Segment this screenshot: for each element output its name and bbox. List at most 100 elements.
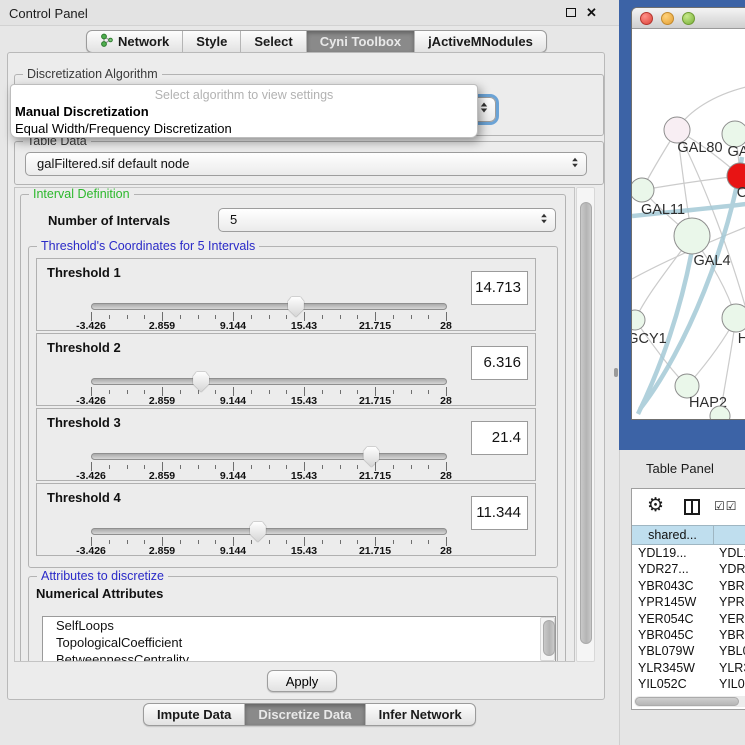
network-canvas[interactable]: GAL80GACGAL11GAL4GCY1HHAP2: [632, 29, 745, 420]
slider-tick-labels: -3.4262.8599.14415.4321.71528: [91, 545, 447, 556]
column-header-name[interactable]: na: [714, 525, 745, 545]
tab-select[interactable]: Select: [240, 31, 305, 52]
tab-label: Select: [254, 34, 292, 49]
tab-label: Style: [196, 34, 227, 49]
popup-option-manual-discretization[interactable]: Manual Discretization: [15, 104, 149, 119]
apply-button[interactable]: Apply: [267, 670, 337, 692]
cell-shared-name[interactable]: YPR145W: [632, 594, 714, 610]
table-panel: Table Panel ⚙ ☑☑ shared... na YDL19... Y…: [619, 450, 745, 745]
tick-label: 15.43: [291, 320, 317, 332]
tick-label: 9.144: [220, 545, 246, 557]
tab-impute-data[interactable]: Impute Data: [144, 704, 244, 725]
network-node-label: GAL80: [677, 140, 722, 156]
float-window-icon[interactable]: [566, 8, 576, 17]
tick-label: -3.426: [76, 470, 106, 482]
number-of-intervals-label: Number of Intervals: [48, 213, 170, 228]
table-row[interactable]: YLR345W YLR3: [632, 660, 745, 676]
checkbox-columns-icon[interactable]: ☑☑: [714, 499, 738, 513]
table-row[interactable]: YDR27... YDR2: [632, 561, 745, 577]
tab-style[interactable]: Style: [182, 31, 240, 52]
slider-tick-labels: -3.4262.8599.14415.4321.71528: [91, 395, 447, 406]
threshold-3-value-field[interactable]: 21.4: [471, 421, 528, 455]
threshold-2-value-field[interactable]: 6.316: [471, 346, 528, 380]
cell-name[interactable]: YBR0: [714, 578, 745, 594]
cell-shared-name[interactable]: YDR27...: [632, 561, 714, 577]
cell-shared-name[interactable]: YBL079W: [632, 643, 714, 659]
attributes-list-scrollbar[interactable]: [540, 617, 555, 661]
minimize-traffic-light[interactable]: [661, 12, 674, 25]
cell-shared-name[interactable]: YDL19...: [632, 545, 714, 561]
list-item[interactable]: TopologicalCoefficient: [43, 634, 555, 651]
tick-label: 2.859: [149, 470, 175, 482]
cell-name[interactable]: YLR3: [714, 660, 745, 676]
tick-label: 2.859: [149, 320, 175, 332]
table-row[interactable]: YBR043C YBR0: [632, 578, 745, 594]
threshold-label: Threshold 1: [47, 265, 121, 280]
tab-label: Network: [118, 34, 169, 49]
settings-scrollbar[interactable]: [576, 187, 595, 662]
threshold-4-value-field[interactable]: 11.344: [471, 496, 528, 530]
threshold-2-slider-track[interactable]: [91, 378, 447, 385]
table-data-value: galFiltered.sif default node: [37, 156, 189, 171]
split-columns-icon[interactable]: [684, 499, 700, 515]
scrollbar-thumb[interactable]: [635, 697, 739, 706]
cell-shared-name[interactable]: YIL052C: [632, 676, 714, 692]
network-node[interactable]: [722, 304, 745, 332]
close-traffic-light[interactable]: [640, 12, 653, 25]
cell-name[interactable]: YIL0: [714, 676, 745, 692]
table-row[interactable]: YDL19... YDL1: [632, 545, 745, 561]
popup-option-equal-width-frequency[interactable]: Equal Width/Frequency Discretization: [15, 121, 232, 136]
close-icon[interactable]: ✕: [586, 5, 597, 21]
cell-name[interactable]: YER0: [714, 611, 745, 627]
scrollbar-thumb[interactable]: [580, 202, 592, 644]
gear-icon[interactable]: ⚙: [647, 494, 664, 516]
cell-shared-name[interactable]: YBR045C: [632, 627, 714, 643]
column-header-shared[interactable]: shared...: [632, 525, 714, 545]
threshold-3-slider-track[interactable]: [91, 453, 447, 460]
tab-network[interactable]: Network: [87, 31, 182, 52]
table-row[interactable]: YER054C YER0: [632, 611, 745, 627]
threshold-4-slider-track[interactable]: [91, 528, 447, 535]
threshold-1-slider-track[interactable]: [91, 303, 447, 310]
table-row[interactable]: YIL052C YIL0: [632, 676, 745, 692]
table-data-combobox[interactable]: galFiltered.sif default node: [25, 152, 587, 176]
cell-shared-name[interactable]: YER054C: [632, 611, 714, 627]
table-horizontal-scrollbar[interactable]: [634, 696, 745, 707]
cell-name[interactable]: YDR2: [714, 561, 745, 577]
list-item[interactable]: BetweennessCentrality: [43, 651, 555, 662]
number-of-intervals-value: 5: [230, 212, 237, 227]
tick-label: 21.715: [359, 395, 391, 407]
table-row[interactable]: YBL079W YBL0: [632, 643, 745, 659]
threshold-label: Threshold 4: [47, 490, 121, 505]
cell-name[interactable]: YBL0: [714, 643, 745, 659]
tab-discretize-data[interactable]: Discretize Data: [244, 704, 364, 725]
network-window-titlebar[interactable]: [632, 8, 745, 29]
network-icon: [100, 33, 113, 50]
network-node[interactable]: [632, 310, 645, 330]
tick-label: 15.43: [291, 545, 317, 557]
cell-name[interactable]: YPR1: [714, 594, 745, 610]
network-node-label: GA: [728, 144, 745, 160]
tab-infer-network[interactable]: Infer Network: [365, 704, 475, 725]
number-of-intervals-combobox[interactable]: 5: [218, 208, 556, 232]
tick-label: 15.43: [291, 470, 317, 482]
splitter-handle[interactable]: [614, 368, 618, 377]
zoom-traffic-light[interactable]: [682, 12, 695, 25]
table-row[interactable]: YPR145W YPR1: [632, 594, 745, 610]
tab-jactivemnodules[interactable]: jActiveMNodules: [414, 31, 546, 52]
threshold-1-value-field[interactable]: 14.713: [471, 271, 528, 305]
tick-label: 21.715: [359, 470, 391, 482]
network-node[interactable]: [632, 178, 654, 202]
scrollbar-thumb[interactable]: [543, 620, 555, 656]
network-node-label: GAL4: [693, 253, 730, 269]
numerical-attributes-list[interactable]: SelfLoopsTopologicalCoefficientBetweenne…: [42, 616, 556, 662]
group-title: Discretization Algorithm: [23, 67, 162, 81]
cell-name[interactable]: YDL1: [714, 545, 745, 561]
cell-shared-name[interactable]: YBR043C: [632, 578, 714, 594]
cell-shared-name[interactable]: YLR345W: [632, 660, 714, 676]
cell-name[interactable]: YBR0: [714, 627, 745, 643]
list-item[interactable]: SelfLoops: [43, 617, 555, 634]
table-row[interactable]: YBR045C YBR0: [632, 627, 745, 643]
tab-cyni-toolbox[interactable]: Cyni Toolbox: [306, 31, 414, 52]
network-node[interactable]: [674, 218, 710, 254]
